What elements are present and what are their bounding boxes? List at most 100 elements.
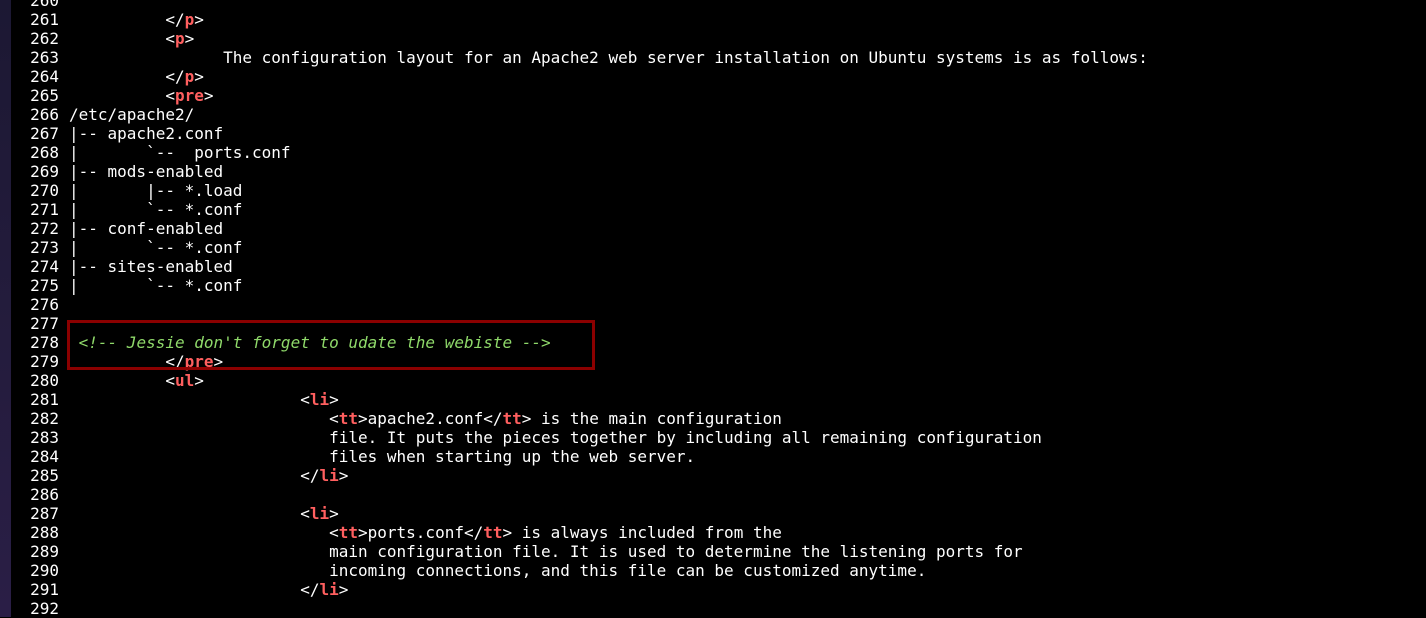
code-line: 272 |-- conf-enabled <box>11 219 1426 238</box>
line-number: 278 <box>30 333 59 352</box>
code-line: 264 </p> <box>11 67 1426 86</box>
code-text: <ul> <box>69 371 204 390</box>
plain-text: > <box>338 466 349 485</box>
line-number: 291 <box>30 580 59 599</box>
line-number: 276 <box>30 295 59 314</box>
plain-text: > <box>213 352 224 371</box>
code-text: files when starting up the web server. <box>69 447 695 466</box>
line-number: 292 <box>30 599 59 618</box>
code-text: </li> <box>69 580 348 599</box>
plain-text: | `-- *.conf <box>69 276 243 295</box>
html-tag-name: p <box>184 10 195 29</box>
plain-text: | |-- *.load <box>69 181 243 200</box>
plain-text: > is the main configuration <box>521 409 782 428</box>
code-text: |-- mods-enabled <box>69 162 223 181</box>
line-number: 262 <box>30 29 59 48</box>
code-text: | `-- *.conf <box>69 238 242 257</box>
code-text: | `-- *.conf <box>69 276 242 295</box>
code-line: 292 <box>11 599 1426 618</box>
html-tag-name: li <box>319 466 339 485</box>
code-text: <!-- Jessie don't forget to udate the we… <box>69 333 551 352</box>
plain-text: > <box>203 86 214 105</box>
code-text: </p> <box>69 10 204 29</box>
html-tag-name: li <box>309 504 330 523</box>
code-text: <tt>ports.conf</tt> is always included f… <box>69 523 782 542</box>
code-line: 263 The configuration layout for an Apac… <box>11 48 1426 67</box>
plain-text: main configuration file. It is used to d… <box>329 542 1023 561</box>
plain-text: |-- sites-enabled <box>69 257 233 276</box>
line-number: 275 <box>30 276 59 295</box>
line-number: 285 <box>30 466 59 485</box>
line-number: 274 <box>30 257 59 276</box>
line-number: 267 <box>30 124 59 143</box>
plain-text: < <box>329 409 339 428</box>
code-line: 261 </p> <box>11 10 1426 29</box>
code-text: <p> <box>69 29 194 48</box>
plain-text: < <box>165 371 175 390</box>
plain-text: > <box>184 29 195 48</box>
plain-text: > <box>194 67 204 86</box>
plain-text: < <box>165 29 175 48</box>
code-line: 274 |-- sites-enabled <box>11 257 1426 276</box>
line-number: 281 <box>30 390 59 409</box>
code-line: 275 | `-- *.conf <box>11 276 1426 295</box>
plain-text: </ <box>300 580 320 599</box>
code-line: 283 file. It puts the pieces together by… <box>11 428 1426 447</box>
line-number: 269 <box>30 162 59 181</box>
code-line: 269 |-- mods-enabled <box>11 162 1426 181</box>
html-tag-name: p <box>174 29 185 48</box>
line-number: 289 <box>30 542 59 561</box>
line-number: 282 <box>30 409 59 428</box>
source-code-viewer[interactable]: 260 261 </p> 262 <p> 263 The configuration … <box>11 0 1426 618</box>
code-text: | `-- *.conf <box>69 200 242 219</box>
line-number: 273 <box>30 238 59 257</box>
plain-text: The configuration layout for an Apache2 … <box>223 48 1148 67</box>
code-text: incoming connections, and this file can … <box>69 561 926 580</box>
plain-text: > <box>329 504 339 523</box>
plain-text: < <box>300 390 310 409</box>
line-number: 286 <box>30 485 59 504</box>
line-number: 261 <box>30 10 59 29</box>
code-text: /etc/apache2/ <box>69 105 194 124</box>
line-number: 272 <box>30 219 59 238</box>
plain-text: > <box>329 390 339 409</box>
plain-text: > <box>194 10 204 29</box>
code-line: 271 | `-- *.conf <box>11 200 1426 219</box>
html-tag-name: ul <box>174 371 195 390</box>
code-line: 267 |-- apache2.conf <box>11 124 1426 143</box>
plain-text: </ <box>165 352 185 371</box>
code-line: 276 <box>11 295 1426 314</box>
code-text: <li> <box>69 504 339 523</box>
code-line: 288 <tt>ports.conf</tt> is always includ… <box>11 523 1426 542</box>
code-text: </pre> <box>69 352 223 371</box>
line-number: 268 <box>30 143 59 162</box>
code-line: 280 <ul> <box>11 371 1426 390</box>
code-text: file. It puts the pieces together by inc… <box>69 428 1042 447</box>
code-line: 273 | `-- *.conf <box>11 238 1426 257</box>
plain-text: | `-- ports.conf <box>69 143 291 162</box>
code-line: 285 </li> <box>11 466 1426 485</box>
plain-text: incoming connections, and this file can … <box>329 561 927 580</box>
plain-text: >ports.conf</ <box>358 523 484 542</box>
code-line: 279 </pre> <box>11 352 1426 371</box>
code-text: |-- conf-enabled <box>69 219 223 238</box>
line-number: 288 <box>30 523 59 542</box>
code-line: 287 <li> <box>11 504 1426 523</box>
code-text: |-- apache2.conf <box>69 124 223 143</box>
code-line: 281 <li> <box>11 390 1426 409</box>
html-tag-name: pre <box>184 352 214 371</box>
line-number: 284 <box>30 447 59 466</box>
